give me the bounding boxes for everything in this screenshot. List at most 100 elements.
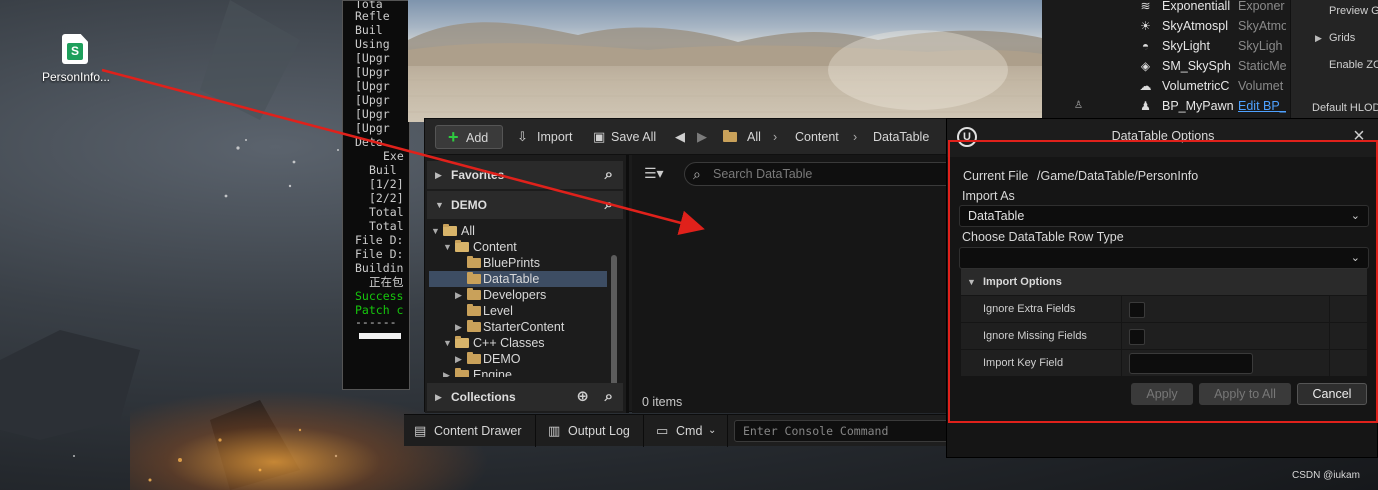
outliner-actor-name: VolumetricC: [1162, 79, 1230, 93]
tree-item-label: DEMO: [483, 352, 521, 366]
content-drawer-icon: ▤: [414, 423, 427, 438]
outliner-actor-name: SkyAtmospl: [1162, 19, 1228, 33]
tree-item-content[interactable]: ▼ Content: [429, 239, 607, 255]
tree-item-datatable[interactable]: DataTable: [429, 271, 607, 287]
add-collection-icon[interactable]: ⊕: [576, 383, 589, 411]
ignore-extra-checkbox[interactable]: [1129, 302, 1145, 318]
expanded-arrow-icon: ▼: [435, 200, 444, 210]
console-window: Tota Refle Buil Using [Upgr [Upgr [Upgr …: [342, 0, 410, 390]
breadcrumb-all[interactable]: All: [747, 125, 761, 149]
details-row-grids[interactable]: ▶ Grids: [1291, 25, 1378, 51]
close-icon[interactable]: ×: [1347, 124, 1371, 148]
current-file-label: Current File: [963, 169, 1029, 183]
favorites-section[interactable]: ▶ Favorites ⌕: [427, 161, 623, 189]
desktop-file-personinfo[interactable]: S PersonInfo...: [36, 32, 116, 92]
tree-item-engine[interactable]: ▶ Engine: [429, 367, 607, 377]
cmd-dropdown[interactable]: ▭ Cmd ⌄: [646, 415, 728, 447]
tree-item-all[interactable]: ▼ All: [429, 223, 607, 239]
import-key-label: Import Key Field: [983, 357, 1064, 369]
save-all-label: Save All: [611, 130, 657, 144]
search-input[interactable]: [713, 166, 953, 182]
asset-search-box[interactable]: ⌕: [684, 162, 974, 186]
collapsed-arrow-icon: ▶: [455, 290, 462, 300]
row-type-label: Choose DataTable Row Type: [962, 230, 1124, 244]
default-hlod-row[interactable]: Default HLOD: [1270, 98, 1378, 118]
add-button-label: Add: [466, 131, 489, 145]
dialog-titlebar[interactable]: U DataTable Options ×: [947, 119, 1378, 157]
search-icon[interactable]: ⌕: [605, 191, 613, 219]
folder-icon: [467, 256, 481, 268]
import-key-field-input[interactable]: [1129, 353, 1253, 374]
output-log-button[interactable]: ▥ Output Log: [538, 415, 644, 447]
import-button-label: Import: [537, 130, 573, 144]
console-line: [Upgr: [355, 51, 390, 65]
search-icon: ⌕: [693, 166, 701, 182]
cancel-button[interactable]: Cancel: [1297, 383, 1367, 405]
tree-item-developers[interactable]: ▶ Developers: [429, 287, 607, 303]
tree-item-blueprints[interactable]: BluePrints: [429, 255, 607, 271]
add-button[interactable]: + Add: [435, 125, 503, 149]
project-section[interactable]: ▼ DEMO ⌕: [427, 191, 623, 219]
collections-section[interactable]: ▶ Collections ⊕ ⌕: [427, 383, 623, 411]
console-line: Dete: [355, 135, 383, 149]
expanded-arrow-icon: ▼: [443, 242, 452, 252]
back-button[interactable]: ◀: [675, 125, 691, 149]
filter-icon[interactable]: ☰▾: [644, 165, 664, 182]
details-row[interactable]: Enable ZC: [1291, 52, 1378, 78]
content-drawer-label: Content Drawer: [434, 424, 522, 438]
outliner-actor-name: SkyLight: [1162, 39, 1210, 53]
breadcrumb-datatable[interactable]: DataTable: [873, 125, 929, 149]
cmd-label: Cmd: [676, 424, 703, 438]
tree-item-label: All: [461, 224, 475, 238]
editor-status-bar: ▤ Content Drawer ▥ Output Log ▭ Cmd ⌄: [404, 414, 964, 447]
tree-item-label: Content: [473, 240, 517, 254]
tree-item-demo[interactable]: ▶ DEMO: [429, 351, 607, 367]
import-as-value: DataTable: [968, 209, 1025, 223]
content-drawer-button[interactable]: ▤ Content Drawer: [404, 415, 536, 447]
current-file-value: /Game/DataTable/PersonInfo: [1037, 169, 1199, 183]
outliner-row[interactable]: ☁ VolumetricC Volumet: [1042, 76, 1288, 96]
chevron-down-icon: ⌄: [1350, 210, 1360, 222]
import-as-dropdown[interactable]: DataTable ⌄: [959, 205, 1369, 227]
tree-item-label: Developers: [483, 288, 547, 302]
expand-arrow-icon: ▶: [1315, 33, 1322, 43]
tree-item-level[interactable]: Level: [429, 303, 607, 319]
console-line: Buil: [355, 23, 383, 37]
row-type-dropdown[interactable]: ⌄: [959, 247, 1369, 269]
asset-view[interactable]: ☰▾ ⌕ 0 items: [632, 155, 974, 413]
import-as-label: Import As: [962, 189, 1015, 203]
console-line: 正在包: [369, 275, 404, 289]
item-count: 0 items: [642, 395, 683, 409]
outliner-row[interactable]: ☀ SkyAtmospl SkyAtmo: [1042, 16, 1288, 36]
console-line: Refle: [355, 9, 390, 23]
apply-to-all-button[interactable]: Apply to All: [1199, 383, 1291, 405]
outliner-row[interactable]: ≋ Exponentiall Exponer: [1042, 0, 1288, 16]
outliner-row[interactable]: ◈ SM_SkySph StaticMe: [1042, 56, 1288, 76]
console-line: File D:: [355, 233, 404, 247]
visibility-icon[interactable]: ♙: [1074, 100, 1084, 114]
breadcrumb-content[interactable]: Content: [795, 125, 839, 149]
tree-item-startercontent[interactable]: ▶ StarterContent: [429, 319, 607, 335]
content-browser-toolbar: + Add ⇩ Import ▣ Save All ◀ ▶ All › Cont…: [425, 119, 965, 155]
sky-atmosphere-icon: ☀: [1140, 19, 1151, 33]
save-all-button[interactable]: ▣ Save All: [593, 125, 656, 149]
details-row[interactable]: Preview G: [1291, 0, 1378, 24]
level-viewport[interactable]: [408, 0, 1042, 122]
ignore-missing-checkbox[interactable]: [1129, 329, 1145, 345]
forward-button[interactable]: ▶: [697, 125, 713, 149]
folder-icon: [455, 336, 469, 348]
search-icon[interactable]: ⌕: [605, 383, 613, 411]
console-line: File D:: [355, 247, 404, 261]
import-options-header[interactable]: ▼ Import Options: [961, 269, 1367, 295]
fog-icon: ≋: [1140, 0, 1151, 13]
apply-button[interactable]: Apply: [1131, 383, 1193, 405]
console-line: ------: [355, 315, 397, 329]
forward-arrow-icon: ▶: [697, 129, 707, 144]
tree-item-cpp-classes[interactable]: ▼ C++ Classes: [429, 335, 607, 351]
outliner-row[interactable]: ◓ SkyLight SkyLigh: [1042, 36, 1288, 56]
import-button[interactable]: ⇩ Import: [517, 125, 572, 149]
search-icon[interactable]: ⌕: [605, 161, 613, 189]
expanded-arrow-icon: ▼: [431, 226, 440, 236]
console-command-input[interactable]: [734, 420, 950, 442]
console-line: Buil: [369, 163, 397, 177]
